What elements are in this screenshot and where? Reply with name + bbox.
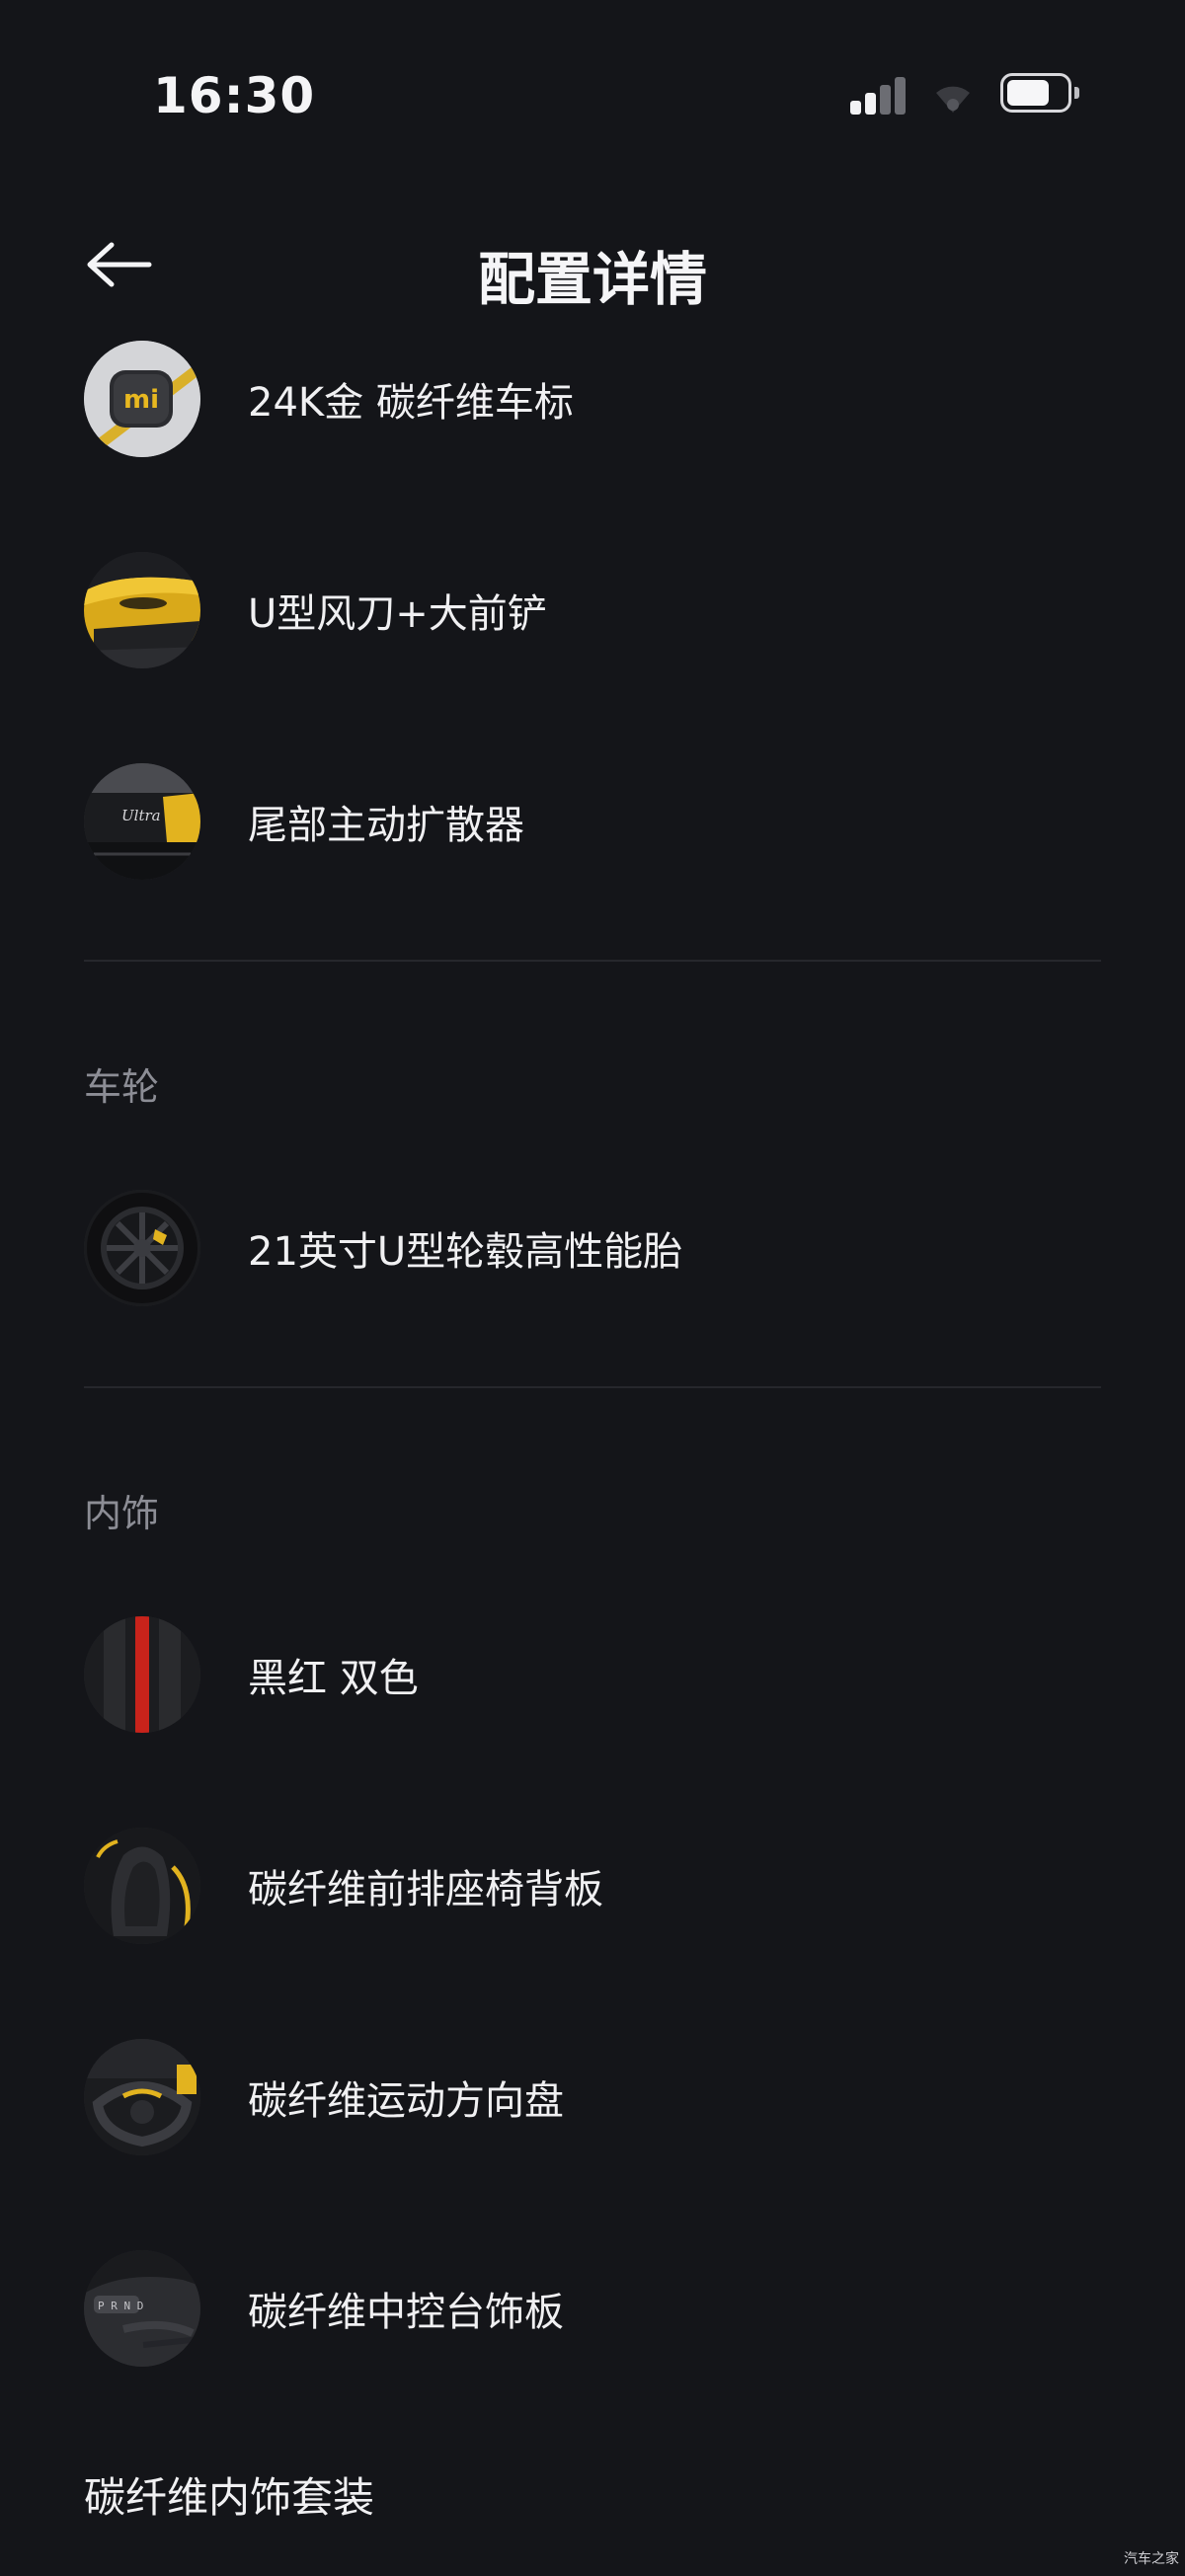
config-item-steering-wheel[interactable]: 碳纤维运动方向盘 [84,2036,1101,2158]
xiaomi-logo-badge-thumbnail: mi [84,341,200,457]
config-item-label: 碳纤维运动方向盘 [248,2078,564,2124]
cellular-signal-icon [850,75,909,115]
svg-text:Ultra: Ultra [121,807,161,824]
config-item-label: 碳纤维中控台饰板 [248,2290,564,2335]
battery-icon [1000,73,1079,117]
config-item-label: 碳纤维前排座椅背板 [248,1867,603,1912]
nav-bar: 配置详情 [0,197,1185,336]
config-item-color-scheme[interactable]: 黑红 双色 [84,1613,1101,1736]
status-time: 16:30 [153,67,316,124]
page-title: 配置详情 [477,246,707,313]
svg-text:mi: mi [123,385,159,415]
rear-diffuser-thumbnail: Ultra [84,763,200,880]
black-red-swatch-thumbnail [84,1616,200,1733]
status-bar: 16:30 [0,0,1185,188]
config-item-label: U型风刀+大前铲 [248,591,547,637]
config-item-rear-diffuser[interactable]: Ultra 尾部主动扩散器 [84,760,1101,883]
section-title-carbon-package: 碳纤维内饰套装 [84,2473,375,2522]
section-title-wheels: 车轮 [84,1065,160,1109]
wifi-icon [932,79,974,115]
config-item-label: 尾部主动扩散器 [248,803,524,848]
config-item-center-console[interactable]: P R N D 碳纤维中控台饰板 [84,2247,1101,2370]
seat-back-thumbnail [84,1828,200,1944]
center-console-thumbnail: P R N D [84,2250,200,2367]
steering-wheel-thumbnail [84,2039,200,2155]
config-item-front-aero[interactable]: U型风刀+大前铲 [84,549,1101,671]
config-item-carbon-badge[interactable]: mi 24K金 碳纤维车标 [84,338,1101,460]
section-title-interior: 内饰 [84,1492,160,1535]
section-divider [84,960,1101,962]
watermark: 汽车之家 [1124,2551,1179,2567]
config-item-label: 24K金 碳纤维车标 [248,380,574,426]
yellow-car-front-thumbnail [84,552,200,668]
config-item-seat-back[interactable]: 碳纤维前排座椅背板 [84,1825,1101,1947]
config-item-label: 21英寸U型轮毂高性能胎 [248,1229,683,1275]
section-divider [84,1386,1101,1388]
config-item-label: 黑红 双色 [248,1656,419,1701]
config-item-wheels[interactable]: 21英寸U型轮毂高性能胎 [84,1187,1101,1309]
wheel-thumbnail [84,1190,200,1306]
svg-text:P R N D: P R N D [98,2300,143,2312]
